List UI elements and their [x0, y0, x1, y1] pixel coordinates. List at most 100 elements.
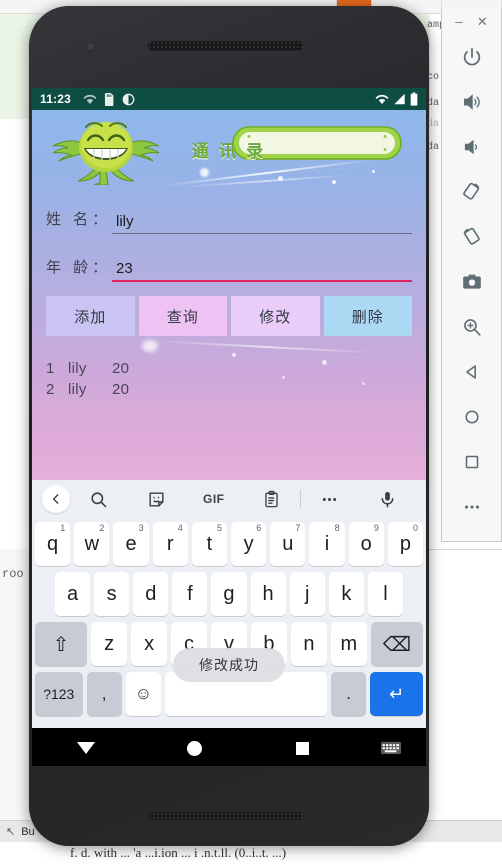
key-a[interactable]: a — [55, 572, 91, 616]
more-icon[interactable] — [301, 490, 359, 509]
toast-message: 修改成功 — [173, 648, 285, 682]
period-key[interactable]: . — [330, 672, 367, 716]
nav-back-button[interactable] — [32, 742, 140, 754]
nav-home-button[interactable] — [140, 740, 248, 756]
screenshot-button[interactable] — [441, 259, 502, 304]
key-d[interactable]: d — [133, 572, 169, 616]
key-num: 4 — [177, 523, 183, 533]
key-s[interactable]: s — [94, 572, 130, 616]
age-input[interactable]: 23 — [112, 254, 412, 282]
close-icon[interactable]: ✕ — [477, 15, 488, 28]
key-x[interactable]: x — [131, 622, 168, 666]
key-y[interactable]: 6y — [231, 522, 267, 566]
sparkle-streak-3 — [152, 339, 382, 355]
back-chevron-icon[interactable] — [42, 485, 70, 513]
front-camera-icon — [86, 42, 95, 51]
record-id: 1 — [46, 360, 55, 377]
wifi-off-icon: x — [375, 94, 389, 105]
key-e[interactable]: 3e — [113, 522, 149, 566]
key-u[interactable]: 7u — [270, 522, 306, 566]
key-label: t — [206, 532, 213, 555]
key-num: 7 — [295, 523, 301, 533]
minimize-icon[interactable]: – — [455, 15, 462, 28]
nav-recents-button[interactable] — [248, 741, 356, 755]
shift-key[interactable]: ⇧ — [35, 622, 88, 666]
overview-button[interactable] — [441, 439, 502, 484]
key-k[interactable]: k — [328, 572, 364, 616]
sticker-icon[interactable] — [128, 490, 186, 509]
clipboard-icon[interactable] — [243, 490, 301, 509]
key-num: 6 — [256, 523, 262, 533]
volume-down-button[interactable] — [441, 124, 502, 169]
search-icon[interactable] — [70, 490, 128, 509]
svg-text:?: ? — [92, 100, 95, 105]
name-input[interactable]: lily — [112, 206, 412, 234]
battery-icon — [410, 92, 418, 106]
key-i[interactable]: 8i — [309, 522, 345, 566]
record-name: lily — [68, 360, 87, 377]
add-button[interactable]: 添加 — [46, 296, 135, 336]
symbols-key[interactable]: ?123 — [35, 672, 83, 716]
key-label: o — [360, 532, 372, 555]
key-label: e — [125, 532, 137, 555]
sd-card-icon — [104, 92, 114, 106]
emoji-key[interactable]: ☺ — [125, 672, 161, 716]
emulator-window-controls: – ✕ — [442, 8, 501, 34]
query-button[interactable]: 查询 — [138, 296, 227, 336]
key-t[interactable]: 5t — [191, 522, 228, 566]
modify-button[interactable]: 修改 — [231, 296, 320, 336]
key-r[interactable]: 4r — [152, 522, 188, 566]
key-num: 5 — [217, 523, 223, 533]
name-label: 姓 名： — [46, 211, 112, 228]
record-name: lily — [68, 381, 87, 398]
list-item[interactable]: 1 lily 20 — [46, 358, 412, 379]
key-h[interactable]: h — [250, 572, 286, 616]
app-header: 通 讯 录 — [32, 110, 426, 188]
gutter-fragment: roo — [2, 567, 24, 581]
rotate-right-button[interactable] — [441, 214, 502, 259]
signal-icon — [394, 93, 405, 105]
sparkle-dot-5 — [232, 353, 236, 357]
key-w[interactable]: 2w — [74, 522, 110, 566]
key-o[interactable]: 9o — [348, 522, 384, 566]
list-item[interactable]: 2 lily 20 — [46, 379, 412, 400]
key-label: i — [324, 532, 330, 555]
key-m[interactable]: m — [330, 622, 367, 666]
zoom-button[interactable] — [441, 304, 502, 349]
key-q[interactable]: 1q — [35, 522, 71, 566]
key-z[interactable]: z — [91, 622, 128, 666]
back-button[interactable] — [441, 349, 502, 394]
keyboard-toolbar: GIF — [32, 480, 426, 518]
record-list: 1 lily 20 2 lily 20 — [32, 339, 426, 400]
key-f[interactable]: f — [172, 572, 208, 616]
key-j[interactable]: j — [289, 572, 325, 616]
enter-key[interactable]: ↵ — [370, 672, 424, 716]
delete-button[interactable]: 删除 — [323, 296, 412, 336]
gif-button[interactable]: GIF — [185, 492, 243, 506]
comma-key[interactable]: , — [86, 672, 122, 716]
mic-icon[interactable] — [359, 490, 417, 509]
key-num: 3 — [138, 523, 144, 533]
power-button[interactable] — [441, 34, 502, 79]
backspace-key[interactable]: ⌫ — [370, 622, 423, 666]
key-num: 8 — [334, 523, 340, 533]
volume-up-button[interactable] — [441, 79, 502, 124]
key-n[interactable]: n — [290, 622, 327, 666]
nav-keyboard-switcher[interactable] — [356, 741, 426, 755]
key-label: q — [47, 532, 59, 555]
home-button[interactable] — [441, 394, 502, 439]
key-label: w — [84, 532, 100, 555]
circle-icon — [186, 740, 202, 756]
more-button[interactable] — [441, 484, 502, 529]
rotate-left-button[interactable] — [441, 169, 502, 214]
key-num: 2 — [99, 523, 105, 533]
svg-text:x: x — [383, 100, 386, 105]
key-p[interactable]: 0p — [387, 522, 424, 566]
age-label: 年 龄： — [46, 259, 112, 276]
triangle-down-icon — [77, 742, 95, 754]
earpiece-speaker — [148, 41, 303, 51]
status-left-icons: ? — [83, 92, 135, 106]
key-g[interactable]: g — [211, 572, 247, 616]
emulator-sidebar: – ✕ — [441, 8, 502, 542]
key-l[interactable]: l — [367, 572, 403, 616]
